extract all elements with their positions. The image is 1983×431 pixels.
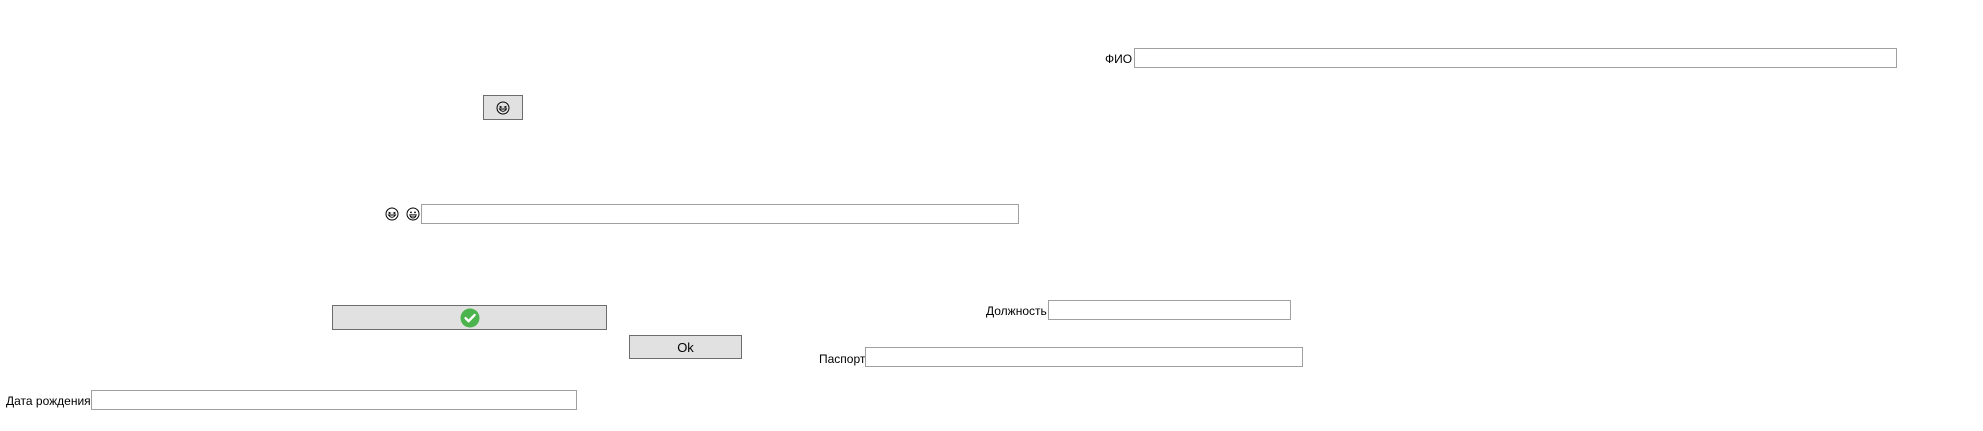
ok-button-label: Ok — [677, 339, 694, 355]
check-circle-icon — [460, 308, 480, 328]
grinning-squint-face-icon — [496, 101, 510, 115]
position-input[interactable] — [1048, 300, 1291, 320]
ok-button[interactable]: Ok — [629, 335, 742, 359]
fio-label: ФИО — [1105, 52, 1133, 66]
fio-input[interactable] — [1134, 48, 1897, 68]
passport-label: Паспорт — [819, 352, 866, 366]
emoji-button[interactable] — [483, 95, 523, 120]
grinning-squint-face-icon — [385, 207, 399, 221]
emoji-input[interactable] — [421, 204, 1019, 224]
passport-input[interactable] — [865, 347, 1303, 367]
birthdate-label: Дата рождения — [6, 394, 91, 408]
grinning-face-icon — [406, 207, 420, 221]
birthdate-input[interactable] — [91, 390, 577, 410]
position-label: Должность — [986, 304, 1047, 318]
confirm-button[interactable] — [332, 305, 607, 330]
